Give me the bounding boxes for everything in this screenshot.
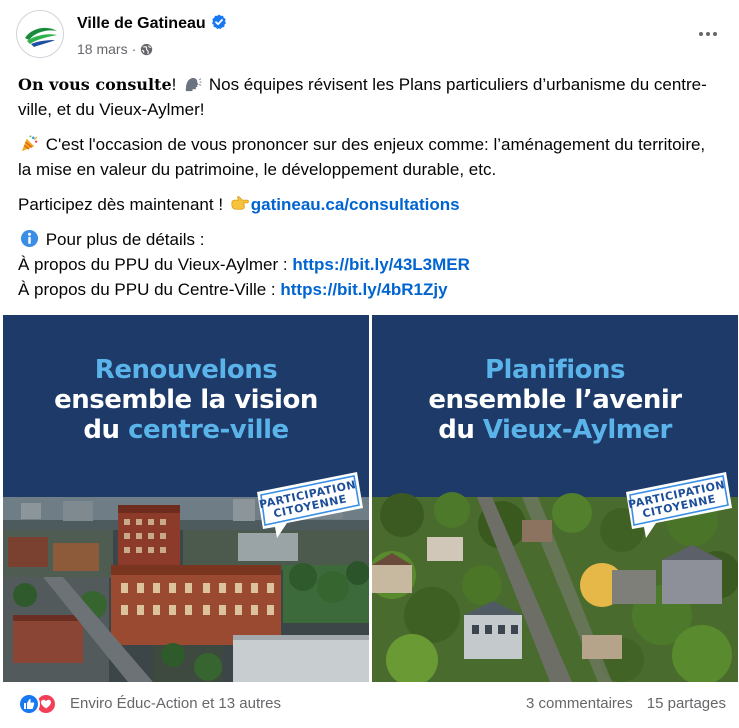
consultations-link[interactable]: gatineau.ca/consultations bbox=[251, 195, 460, 214]
left-headline-accent: centre-ville bbox=[128, 415, 289, 445]
centre-line: À propos du PPU du Centre-Ville : https:… bbox=[18, 277, 723, 302]
post-images: Renouvelons ensemble la vision du centre… bbox=[3, 315, 738, 682]
right-headline: Planifions ensemble l’avenir du Vieux-Ay… bbox=[372, 355, 738, 445]
info-icon bbox=[20, 229, 39, 248]
right-headline-line2: ensemble l’avenir bbox=[428, 385, 682, 415]
right-headline-line3: du bbox=[438, 415, 483, 445]
page-name-label[interactable]: Ville de Gatineau bbox=[77, 15, 206, 32]
intro-bold: On vous consulte bbox=[18, 75, 172, 94]
left-headline-line2: ensemble la vision bbox=[54, 385, 318, 415]
meta-separator: · bbox=[131, 41, 137, 57]
right-headline-line1: Planifions bbox=[484, 355, 626, 385]
participation-badge: PARTICIPATION CITOYENNE bbox=[253, 472, 365, 538]
topics-paragraph: C'est l'occasion de vous prononcer sur d… bbox=[18, 132, 723, 182]
pointing-right-icon bbox=[231, 196, 249, 210]
like-reaction-icon bbox=[18, 693, 40, 715]
shares-count[interactable]: 15 partages bbox=[647, 695, 726, 712]
more-options-icon[interactable] bbox=[690, 22, 726, 46]
page-name[interactable]: Ville de Gatineau bbox=[77, 14, 227, 33]
topics-text: C'est l'occasion de vous prononcer sur d… bbox=[18, 135, 706, 179]
engagement-counts: 3 commentaires 15 partages bbox=[526, 695, 726, 712]
reactions-summary[interactable]: Enviro Éduc-Action et 13 autres bbox=[70, 695, 281, 712]
left-headline: Renouvelons ensemble la vision du centre… bbox=[3, 355, 369, 445]
aylmer-line: À propos du PPU du Vieux-Aylmer : https:… bbox=[18, 252, 723, 277]
image-vieux-aylmer[interactable]: Planifions ensemble l’avenir du Vieux-Ay… bbox=[372, 315, 738, 682]
centre-link[interactable]: https://bit.ly/4bR1Zjy bbox=[280, 280, 447, 299]
post-header: Ville de Gatineau 18 mars · bbox=[16, 10, 726, 62]
reaction-icons[interactable] bbox=[18, 693, 62, 715]
speaking-head-icon bbox=[185, 78, 202, 92]
participate-paragraph: Participez dès maintenant ! gatineau.ca/… bbox=[18, 192, 723, 217]
left-headline-line1: Renouvelons bbox=[94, 355, 278, 385]
details-label: Pour plus de détails : bbox=[41, 230, 205, 249]
facebook-post: Ville de Gatineau 18 mars · On vous consu… bbox=[0, 0, 739, 728]
verified-badge-icon bbox=[211, 14, 226, 30]
participation-badge: PARTICIPATION CITOYENNE bbox=[622, 472, 734, 538]
post-footer: Enviro Éduc-Action et 13 autres 3 commen… bbox=[18, 692, 726, 718]
intro-paragraph: On vous consulte! Nos équipes révisent l… bbox=[18, 72, 723, 122]
post-meta: 18 mars · bbox=[77, 41, 153, 57]
centre-label: À propos du PPU du Centre-Ville : bbox=[18, 280, 281, 299]
party-popper-icon bbox=[21, 135, 38, 152]
post-text: On vous consulte! Nos équipes révisent l… bbox=[18, 72, 723, 302]
gatineau-logo-icon bbox=[20, 14, 62, 56]
post-date[interactable]: 18 mars bbox=[77, 41, 128, 57]
aylmer-link[interactable]: https://bit.ly/43L3MER bbox=[292, 255, 470, 274]
comments-count[interactable]: 3 commentaires bbox=[526, 695, 633, 712]
image-centre-ville[interactable]: Renouvelons ensemble la vision du centre… bbox=[3, 315, 369, 682]
aylmer-label: À propos du PPU du Vieux-Aylmer : bbox=[18, 255, 293, 274]
page-avatar[interactable] bbox=[16, 10, 64, 58]
details-line: Pour plus de détails : bbox=[18, 227, 723, 252]
right-headline-accent: Vieux-Aylmer bbox=[482, 415, 672, 445]
left-headline-line3: du bbox=[83, 415, 129, 445]
globe-icon[interactable] bbox=[140, 43, 153, 56]
intro-exclaim: ! bbox=[171, 75, 182, 94]
participate-text: Participez dès maintenant ! bbox=[18, 195, 228, 214]
